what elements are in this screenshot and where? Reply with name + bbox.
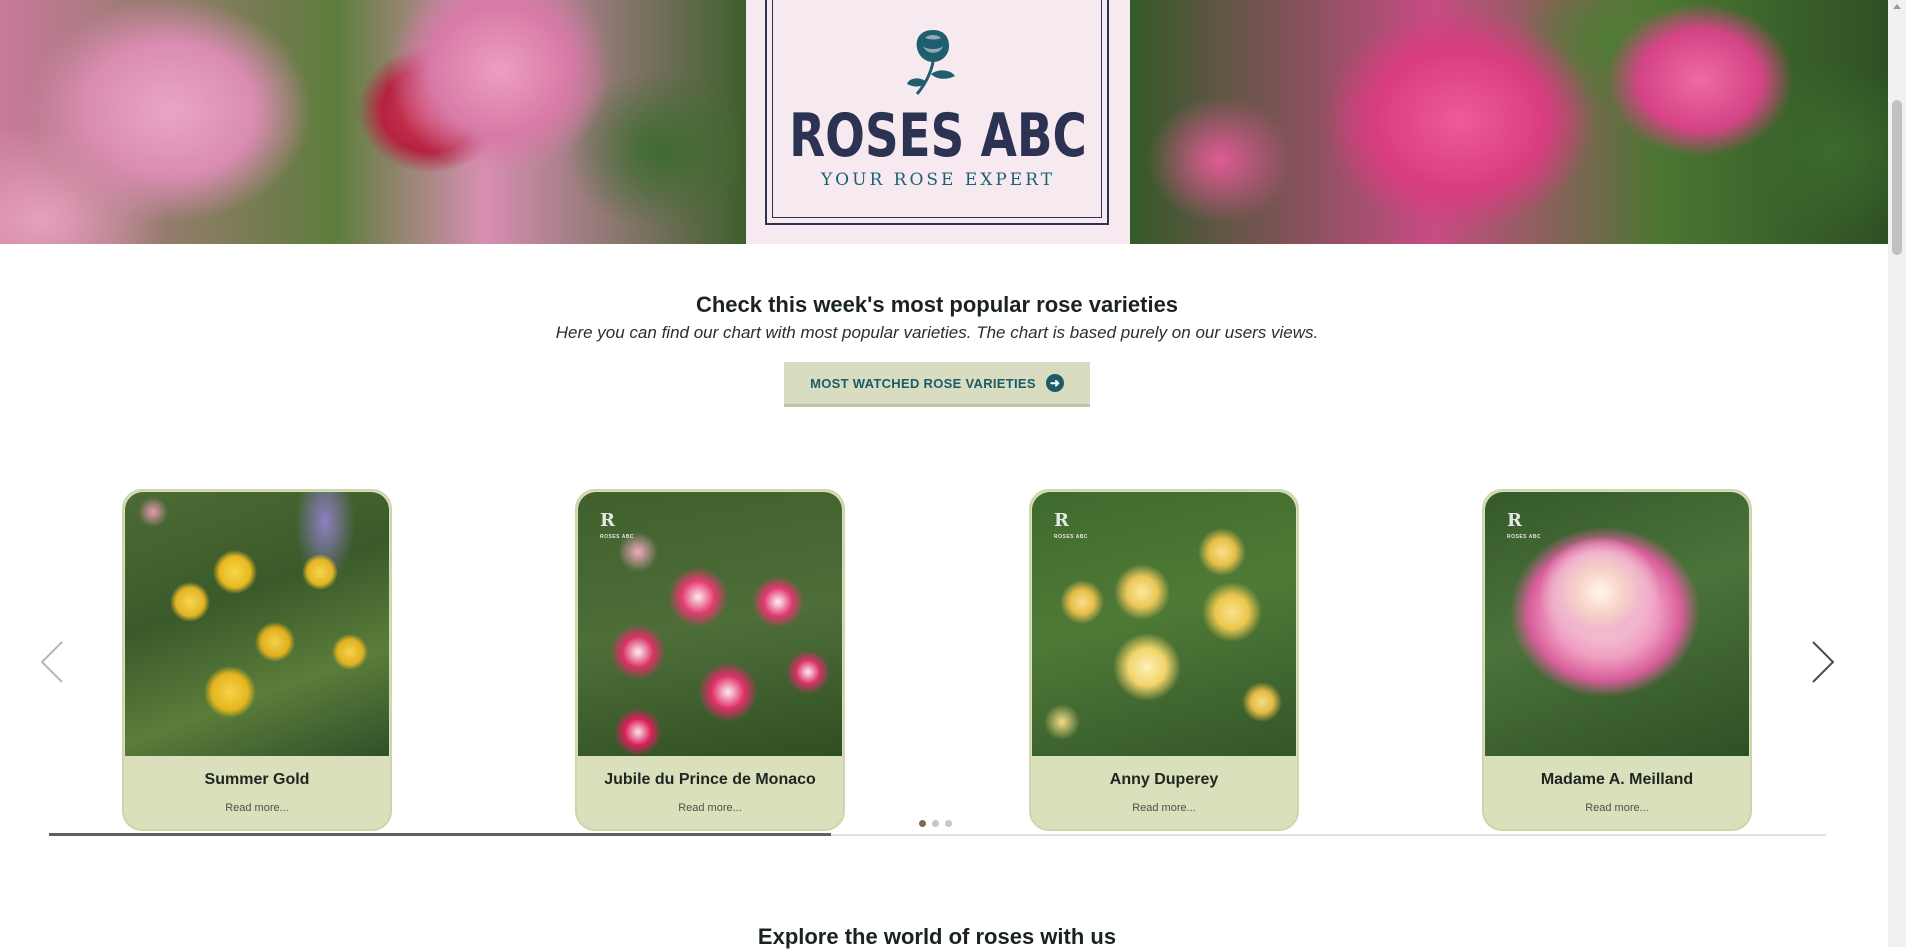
explore-section-title: Explore the world of roses with us bbox=[757, 924, 1117, 949]
brand-tagline: YOUR ROSE EXPERT bbox=[820, 170, 1056, 190]
pagination-dot[interactable] bbox=[945, 820, 952, 827]
page-scrollbar[interactable] bbox=[1888, 0, 1906, 947]
rose-name: Summer Gold bbox=[204, 771, 310, 788]
carousel-progress-fill bbox=[49, 833, 831, 836]
hero-banner: ROSES ABC YOUR ROSE EXPERT bbox=[0, 0, 1888, 244]
watermark-logo: R ROSES ABC bbox=[600, 510, 635, 541]
read-more-link[interactable]: Read more... bbox=[124, 802, 390, 814]
hero-image-right bbox=[1130, 0, 1888, 244]
chevron-right-icon bbox=[1812, 641, 1835, 683]
chevron-left-icon bbox=[40, 641, 63, 683]
carousel-progress-bar[interactable] bbox=[49, 833, 1826, 836]
read-more-link[interactable]: Read more... bbox=[577, 802, 843, 814]
arrow-right-circle-icon: ➜ bbox=[1045, 374, 1064, 392]
rose-icon bbox=[907, 30, 955, 95]
rose-card[interactable]: R ROSES ABC Anny Duperey Read more... bbox=[1029, 489, 1299, 831]
pagination-dot[interactable] bbox=[932, 820, 939, 827]
pagination-dot[interactable] bbox=[919, 820, 926, 827]
scroll-up-arrow-icon[interactable] bbox=[1893, 4, 1901, 9]
carousel-next-button[interactable] bbox=[1811, 640, 1835, 684]
watermark-logo: R ROSES ABC bbox=[1507, 510, 1542, 541]
popular-section-description: Here you can find our chart with most po… bbox=[555, 323, 1319, 342]
watermark-logo: R ROSES ABC bbox=[1054, 510, 1089, 541]
read-more-link[interactable]: Read more... bbox=[1484, 802, 1750, 814]
read-more-link[interactable]: Read more... bbox=[1031, 802, 1297, 814]
most-watched-button-label: MOST WATCHED ROSE VARIETIES bbox=[810, 375, 1036, 391]
rose-card[interactable]: R ROSES ABC Madame A. Meilland Read more.… bbox=[1482, 489, 1752, 831]
rose-photo bbox=[125, 492, 389, 756]
hero-image-left bbox=[0, 0, 746, 244]
rose-photo: R ROSES ABC bbox=[578, 492, 842, 756]
scroll-thumb[interactable] bbox=[1892, 100, 1902, 255]
carousel-pagination bbox=[919, 820, 952, 827]
rose-card[interactable]: Summer Gold Read more... bbox=[122, 489, 392, 831]
rose-name: Jubile du Prince de Monaco bbox=[604, 771, 816, 788]
rose-photo: R ROSES ABC bbox=[1485, 492, 1749, 756]
brand-name: ROSES ABC bbox=[789, 101, 1087, 171]
rose-name: Madame A. Meilland bbox=[1540, 771, 1694, 788]
rose-name: Anny Duperey bbox=[1109, 771, 1219, 788]
carousel-prev-button[interactable] bbox=[40, 640, 64, 684]
most-watched-button[interactable]: MOST WATCHED ROSE VARIETIES ➜ bbox=[784, 362, 1090, 407]
rose-card[interactable]: R ROSES ABC Jubile du Prince de Monaco Re… bbox=[575, 489, 845, 831]
site-logo[interactable]: ROSES ABC YOUR ROSE EXPERT bbox=[746, 0, 1130, 244]
popular-section-title: Check this week's most popular rose vari… bbox=[695, 292, 1179, 317]
rose-photo: R ROSES ABC bbox=[1032, 492, 1296, 756]
